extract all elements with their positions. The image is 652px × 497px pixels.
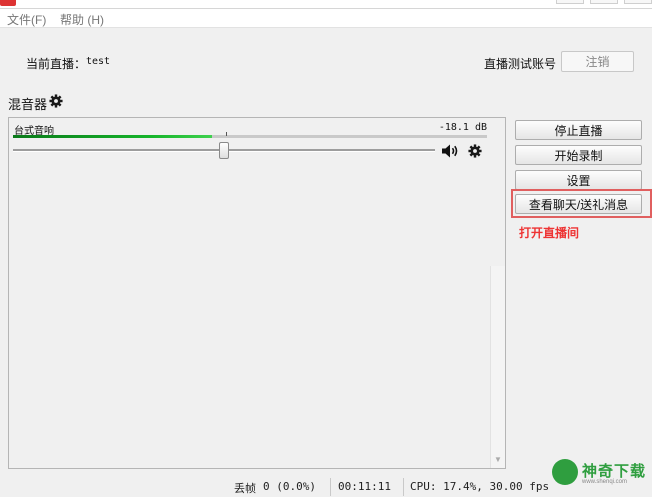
status-separator (403, 478, 404, 496)
stream-time: 00:11:11 (338, 480, 391, 493)
mixer-title: 混音器 (8, 97, 48, 112)
watermark-url: www.shenqi.com (582, 479, 628, 485)
audio-level-meter-fill (13, 135, 213, 138)
volume-slider-thumb[interactable] (219, 142, 229, 159)
speaker-icon[interactable] (442, 144, 460, 158)
close-button[interactable] (624, 0, 652, 4)
current-stream-value: test (86, 56, 111, 67)
watermark-circle-icon (552, 459, 578, 485)
watermark-logo: 神奇下载 www.shenqi.com (552, 455, 650, 491)
account-label: 直播测试账号 (484, 57, 557, 71)
gear-icon[interactable] (49, 94, 63, 108)
source-gear-icon[interactable] (468, 144, 482, 158)
dropped-frames-value: 0 (0.0%) (263, 480, 316, 493)
menu-file[interactable]: 文件(F) (7, 11, 46, 28)
app-icon (0, 0, 16, 6)
cpu-fps: CPU: 17.4%, 30.00 fps (410, 480, 550, 493)
status-separator (330, 478, 331, 496)
dropped-frames-label: 丢帧 (234, 482, 256, 495)
start-record-button[interactable]: 开始录制 (515, 145, 642, 165)
meter-tick (226, 132, 227, 136)
minimize-button[interactable] (556, 0, 584, 4)
stop-stream-button[interactable]: 停止直播 (515, 120, 642, 140)
mixer-panel: 台式音响 -18.1 dB ▼ (8, 117, 506, 469)
watermark-brand: 神奇下载 (582, 463, 647, 480)
audio-level-meter (13, 135, 487, 138)
menu-bar: 文件(F) 帮助 (H) (0, 9, 652, 28)
scroll-down-arrow-icon[interactable]: ▼ (494, 455, 502, 464)
menu-help[interactable]: 帮助 (H) (60, 11, 104, 28)
annotation-text: 打开直播间 (519, 226, 580, 240)
maximize-button[interactable] (590, 0, 618, 4)
mixer-scrollbar[interactable]: ▼ (490, 266, 505, 468)
title-bar (0, 0, 652, 9)
audio-level-db: -18.1 dB (438, 122, 487, 133)
chat-gifts-button[interactable]: 查看聊天/送礼消息 (515, 194, 642, 214)
settings-button[interactable]: 设置 (515, 170, 642, 190)
logout-button[interactable]: 注销 (561, 51, 634, 72)
current-stream-label: 当前直播： (26, 57, 87, 71)
